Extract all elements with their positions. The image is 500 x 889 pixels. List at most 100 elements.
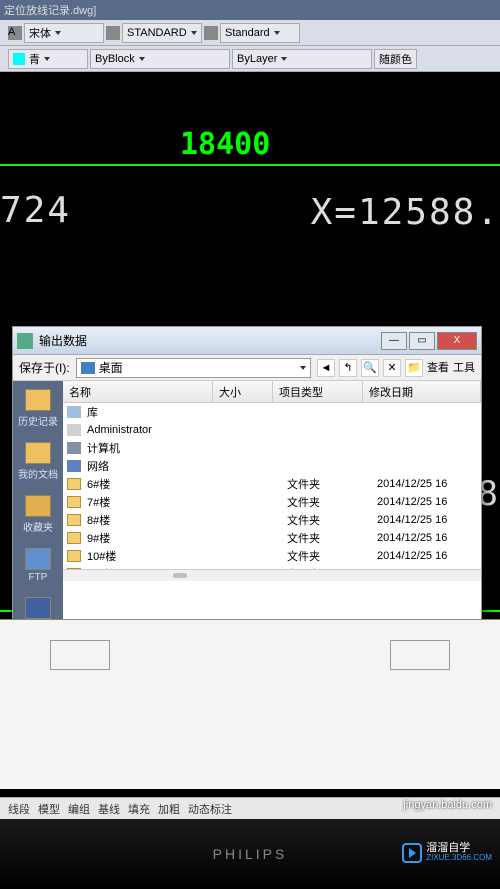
ftp-icon <box>25 548 51 570</box>
dialog-body: 历史记录 我的文档 收藏夹 FTP <box>13 381 481 619</box>
file-list-header: 名称 大小 项目类型 修改日期 <box>63 381 481 403</box>
lineweight-select[interactable]: ByLayer <box>232 49 372 69</box>
file-icon <box>67 550 81 562</box>
dialog-location-row: 保存于(I): 桌面 ◄ ↰ 🔍 ✕ 📁 查看 工具 <box>13 355 481 381</box>
status-tab[interactable]: 基线 <box>98 801 120 817</box>
file-type: 文件夹 <box>287 512 377 528</box>
file-date: 2014/12/25 16 <box>377 550 481 562</box>
file-type: 文件夹 <box>287 530 377 546</box>
places-bar: 历史记录 我的文档 收藏夹 FTP <box>13 381 63 619</box>
status-tab[interactable]: 加粗 <box>158 801 180 817</box>
places-favorites[interactable]: 收藏夹 <box>23 495 53 534</box>
dropdown-icon <box>139 57 145 61</box>
tablestyle-select[interactable]: Standard <box>220 23 300 43</box>
status-tab[interactable]: 模型 <box>38 801 60 817</box>
file-name: 7#楼 <box>87 494 227 510</box>
file-date: 2014/12/25 16 <box>377 514 481 526</box>
file-name: 8#楼 <box>87 512 227 528</box>
cad-drawing-area[interactable]: 18400 724 X=12588. 8 18400 输出数据 — ▭ X 保存… <box>0 72 500 632</box>
col-size[interactable]: 大小 <box>213 381 273 402</box>
dimension-top: 18400 <box>180 127 270 162</box>
file-date: 2014/12/25 16 <box>377 478 481 490</box>
nav-back-icon[interactable]: ◄ <box>317 359 335 377</box>
font-select[interactable]: 宋体 <box>24 23 104 43</box>
toolbar-properties: 青 ByBlock ByLayer 随颜色 <box>0 46 500 72</box>
table-style-icon[interactable] <box>204 26 218 40</box>
location-select[interactable]: 桌面 <box>76 358 311 378</box>
dimstyle-select[interactable]: STANDARD <box>122 23 202 43</box>
horizontal-scrollbar[interactable] <box>63 569 481 581</box>
file-name: 计算机 <box>87 440 227 456</box>
dropdown-icon <box>55 31 61 35</box>
dialog-icon <box>17 333 33 349</box>
file-icon <box>67 424 81 436</box>
nav-up-icon[interactable]: ↰ <box>339 359 357 377</box>
places-desktop[interactable] <box>25 597 51 619</box>
favorites-icon <box>25 495 51 517</box>
col-name[interactable]: 名称 <box>63 381 213 402</box>
places-history[interactable]: 历史记录 <box>18 389 58 428</box>
mydocs-icon <box>25 442 51 464</box>
color-select[interactable]: 青 <box>8 49 88 69</box>
file-row[interactable]: 6#楼 文件夹2014/12/25 16 <box>63 475 481 493</box>
file-icon <box>67 496 81 508</box>
status-tab[interactable]: 动态标注 <box>188 801 232 817</box>
file-row[interactable]: 8#楼 文件夹2014/12/25 16 <box>63 511 481 529</box>
status-tab[interactable]: 编组 <box>68 801 90 817</box>
col-type[interactable]: 项目类型 <box>273 381 363 402</box>
file-date: 2014/12/25 16 <box>377 532 481 544</box>
file-name: 库 <box>87 404 227 420</box>
file-browser: 名称 大小 项目类型 修改日期 库Administrator计算机网络6#楼文件… <box>63 381 481 619</box>
tools-menu[interactable]: 工具 <box>453 359 475 377</box>
file-row[interactable]: 9#楼 文件夹2014/12/25 16 <box>63 529 481 547</box>
places-ftp[interactable]: FTP <box>25 548 51 583</box>
desktop-icon <box>81 362 95 374</box>
newfolder-icon[interactable]: 📁 <box>405 359 423 377</box>
color-swatch <box>13 53 25 65</box>
coord-left: 724 <box>0 190 71 231</box>
paper-space-area[interactable] <box>0 619 500 789</box>
col-date[interactable]: 修改日期 <box>363 381 481 402</box>
close-button[interactable]: X <box>437 332 477 350</box>
app-title: 定位放线记录.dwg] <box>4 2 96 18</box>
file-row[interactable]: 网络 <box>63 457 481 475</box>
monitor-brand: PHILIPS <box>213 846 288 862</box>
file-list[interactable]: 库Administrator计算机网络6#楼文件夹2014/12/25 167#… <box>63 403 481 569</box>
file-row[interactable]: 库 <box>63 403 481 421</box>
file-row[interactable]: 计算机 <box>63 439 481 457</box>
file-type: 文件夹 <box>287 476 377 492</box>
places-mydocs[interactable]: 我的文档 <box>18 442 58 481</box>
dropdown-icon <box>300 366 306 370</box>
file-name: 网络 <box>87 458 227 474</box>
dim-style-icon[interactable] <box>106 26 120 40</box>
file-row[interactable]: 10#楼文件夹2014/12/25 16 <box>63 547 481 565</box>
status-tab[interactable]: 填充 <box>128 801 150 817</box>
dropdown-icon <box>191 31 197 35</box>
text-style-icon[interactable]: A <box>8 26 22 40</box>
file-row[interactable]: Administrator <box>63 421 481 439</box>
save-in-label: 保存于(I): <box>19 359 70 376</box>
minimize-button[interactable]: — <box>381 332 407 350</box>
plotcolor-select[interactable]: 随颜色 <box>374 49 417 69</box>
file-icon <box>67 532 81 544</box>
search-icon[interactable]: 🔍 <box>361 359 379 377</box>
watermark-zixue: 溜溜自学 ZIXUE.3D66.COM <box>402 842 492 863</box>
dialog-titlebar[interactable]: 输出数据 — ▭ X <box>13 327 481 355</box>
play-icon <box>402 843 422 863</box>
file-name: 10#楼 <box>87 548 227 564</box>
viewport-frame <box>390 640 450 670</box>
file-icon <box>67 514 81 526</box>
linetype-select[interactable]: ByBlock <box>90 49 230 69</box>
maximize-button[interactable]: ▭ <box>409 332 435 350</box>
file-name: 6#楼 <box>87 476 227 492</box>
desktop-places-icon <box>25 597 51 619</box>
delete-icon[interactable]: ✕ <box>383 359 401 377</box>
watermark-baidu: jingyan.baidu.com <box>403 799 492 811</box>
viewport-frame <box>50 640 110 670</box>
file-icon <box>67 442 81 454</box>
view-menu[interactable]: 查看 <box>427 359 449 377</box>
status-tab[interactable]: 线段 <box>8 801 30 817</box>
file-name: Administrator <box>87 424 227 436</box>
file-name: 9#楼 <box>87 530 227 546</box>
file-row[interactable]: 7#楼文件夹2014/12/25 16 <box>63 493 481 511</box>
